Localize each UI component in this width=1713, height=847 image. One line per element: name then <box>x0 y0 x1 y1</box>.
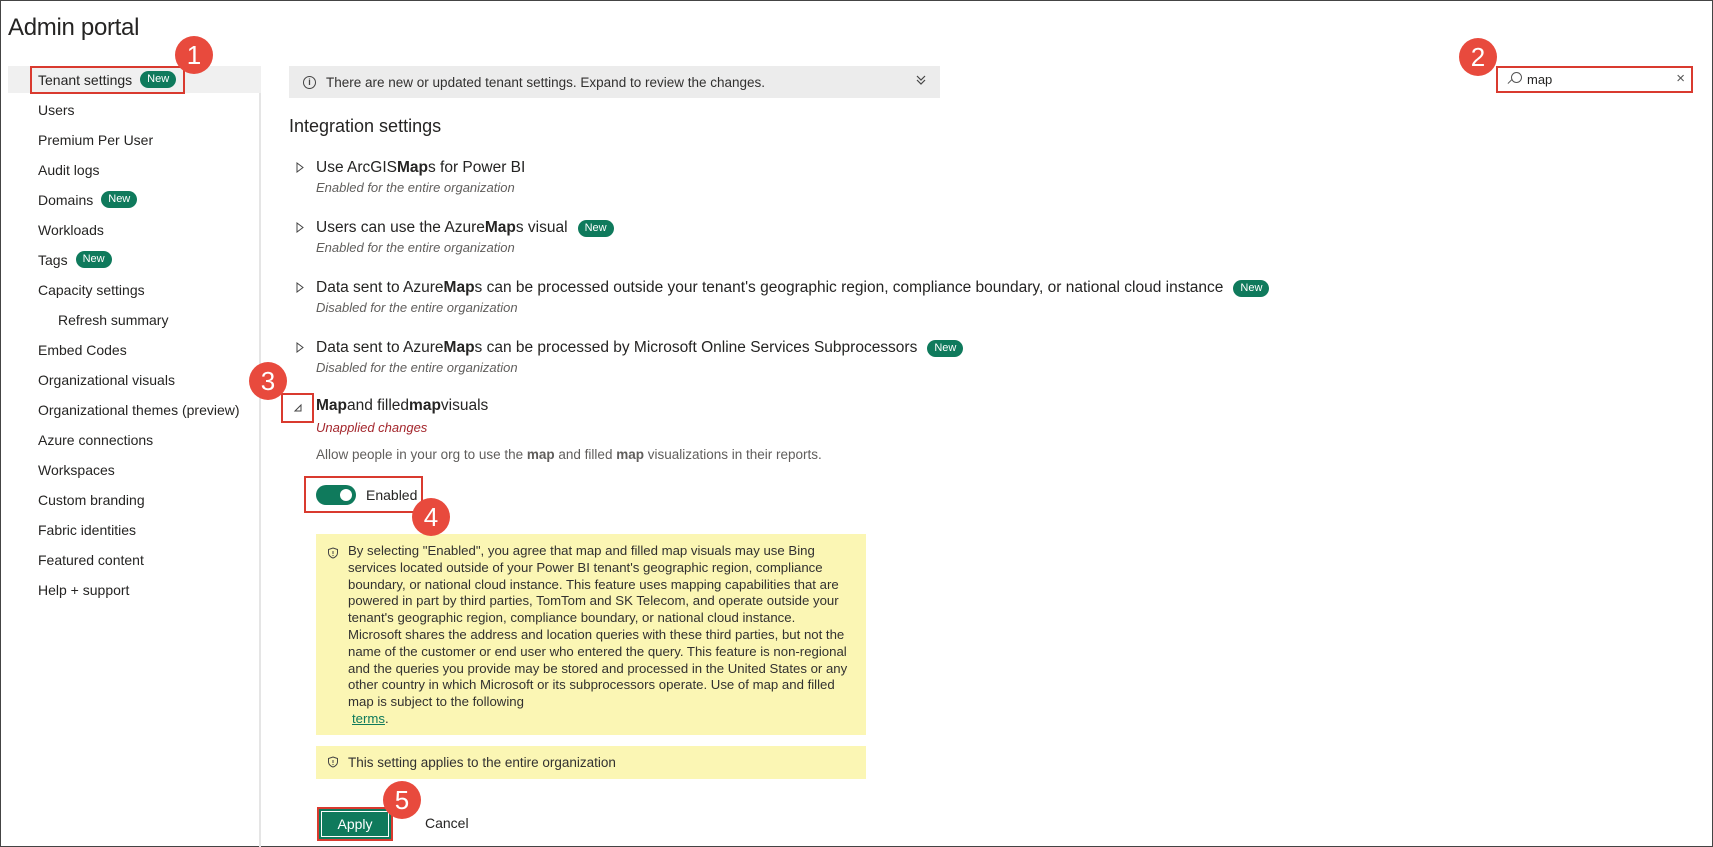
callout-1: 1 <box>175 36 213 74</box>
terms-link[interactable]: terms <box>348 711 385 726</box>
setting-status: Disabled for the entire organization <box>316 300 518 315</box>
setting-title: Map and filled map visuals <box>316 397 489 414</box>
sidebar-item[interactable]: Fabric identities <box>8 516 261 543</box>
setting-title[interactable]: Data sent to Azure Map s can be processed… <box>316 339 964 357</box>
callout-5: 5 <box>383 781 421 819</box>
setting-status: Disabled for the entire organization <box>316 360 518 375</box>
new-badge: New <box>1233 279 1270 297</box>
apply-button[interactable]: Apply <box>317 807 393 841</box>
warning-text: By selecting "Enabled", you agree that m… <box>348 543 848 710</box>
sidebar-item[interactable]: Workloads <box>8 216 261 243</box>
sidebar-item-label: Domains <box>38 191 94 208</box>
caret-right-icon[interactable] <box>296 162 304 173</box>
callout-2: 2 <box>1459 38 1497 76</box>
sidebar-item-label: Users <box>38 101 75 118</box>
search-input[interactable] <box>1527 72 1677 87</box>
apply-focus-ring <box>321 811 389 837</box>
sidebar-item-label: Organizational themes (preview) <box>38 401 240 418</box>
enabled-toggle[interactable] <box>316 484 356 505</box>
sidebar-item[interactable]: Domains New <box>8 186 261 213</box>
sidebar-item-label: Organizational visuals <box>38 371 175 388</box>
shield-icon <box>327 547 339 559</box>
tenant-settings-banner[interactable]: i There are new or updated tenant settin… <box>289 66 940 98</box>
sidebar-item[interactable]: Custom branding <box>8 486 261 513</box>
sidebar-item-label: Custom branding <box>38 491 145 508</box>
sidebar-item[interactable]: Users <box>8 96 261 123</box>
new-badge: New <box>101 191 138 208</box>
sidebar-item-label: Audit logs <box>38 161 100 178</box>
caret-right-icon[interactable] <box>296 222 304 233</box>
sidebar-item-label: Capacity settings <box>38 281 145 298</box>
sidebar-item[interactable]: Organizational visuals <box>8 366 261 393</box>
sidebar-item-label: Azure connections <box>38 431 154 448</box>
sidebar-item[interactable]: Workspaces <box>8 456 261 483</box>
sidebar-item-label: Refresh summary <box>58 311 169 328</box>
setting-title[interactable]: Data sent to Azure Map s can be processed… <box>316 279 1270 297</box>
sidebar-item[interactable]: Embed Codes <box>8 336 261 363</box>
enabled-toggle-group: Enabled <box>304 476 423 513</box>
cancel-button[interactable]: Cancel <box>425 815 469 831</box>
search-icon <box>1506 71 1522 88</box>
callout-4: 4 <box>412 498 450 536</box>
sidebar-item[interactable]: Help + support <box>8 576 261 603</box>
sidebar-item-label: Tenant settings <box>38 71 133 88</box>
warning-box: By selecting "Enabled", you agree that m… <box>316 534 866 735</box>
chevron-double-down-icon[interactable] <box>916 74 926 88</box>
setting-status: Enabled for the entire organization <box>316 240 515 255</box>
setting-description: Allow people in your org to use the map … <box>316 447 822 462</box>
sidebar-item[interactable]: Organizational themes (preview) <box>8 396 261 423</box>
sidebar-item-label: Fabric identities <box>38 521 137 538</box>
sidebar-item-label: Workspaces <box>38 461 115 478</box>
setting-status: Enabled for the entire organization <box>316 180 515 195</box>
info-icon: i <box>303 75 316 89</box>
new-badge: New <box>75 251 112 268</box>
sidebar-item-label: Tags <box>38 251 68 268</box>
sidebar-item[interactable]: Capacity settings <box>8 276 261 303</box>
sidebar: Tenant settings New Users Premium Per User A… <box>8 66 261 847</box>
collapse-caret-icon[interactable] <box>281 393 314 423</box>
shield-icon <box>327 756 339 768</box>
app-title: Admin portal <box>8 14 140 41</box>
setting-title[interactable]: Users can use the Azure Map s visual New <box>316 219 614 237</box>
caret-right-icon[interactable] <box>296 342 304 353</box>
sidebar-item[interactable]: Tags New <box>8 246 261 273</box>
sidebar-item[interactable]: Audit logs <box>8 156 261 183</box>
new-badge: New <box>140 71 177 88</box>
banner-text: There are new or updated tenant settings… <box>326 74 766 90</box>
scope-note-text: This setting applies to the entire organ… <box>348 755 616 770</box>
close-icon[interactable]: × <box>1676 70 1685 87</box>
sidebar-item-label: Featured content <box>38 551 144 568</box>
callout-3: 3 <box>249 362 287 400</box>
unapplied-changes-text: Unapplied changes <box>316 420 428 435</box>
setting-title[interactable]: Use ArcGIS Map s for Power BI <box>316 159 525 177</box>
section-title: Integration settings <box>289 116 442 136</box>
toggle-label: Enabled <box>366 486 418 503</box>
sidebar-item-label: Workloads <box>38 221 104 238</box>
sidebar-item[interactable]: Featured content <box>8 546 261 573</box>
new-badge: New <box>577 219 614 237</box>
sidebar-item-label: Premium Per User <box>38 131 154 148</box>
sidebar-item[interactable]: Premium Per User <box>8 126 261 153</box>
new-badge: New <box>927 339 964 357</box>
sidebar-item[interactable]: Tenant settings New <box>8 66 261 93</box>
search-box[interactable]: × <box>1496 66 1693 93</box>
sidebar-item[interactable]: Refresh summary <box>8 306 261 333</box>
scope-note: This setting applies to the entire organ… <box>316 746 866 779</box>
sidebar-item[interactable]: Azure connections <box>8 426 261 453</box>
caret-right-icon[interactable] <box>296 282 304 293</box>
sidebar-item-label: Help + support <box>38 581 130 598</box>
sidebar-item-label: Embed Codes <box>38 341 127 358</box>
